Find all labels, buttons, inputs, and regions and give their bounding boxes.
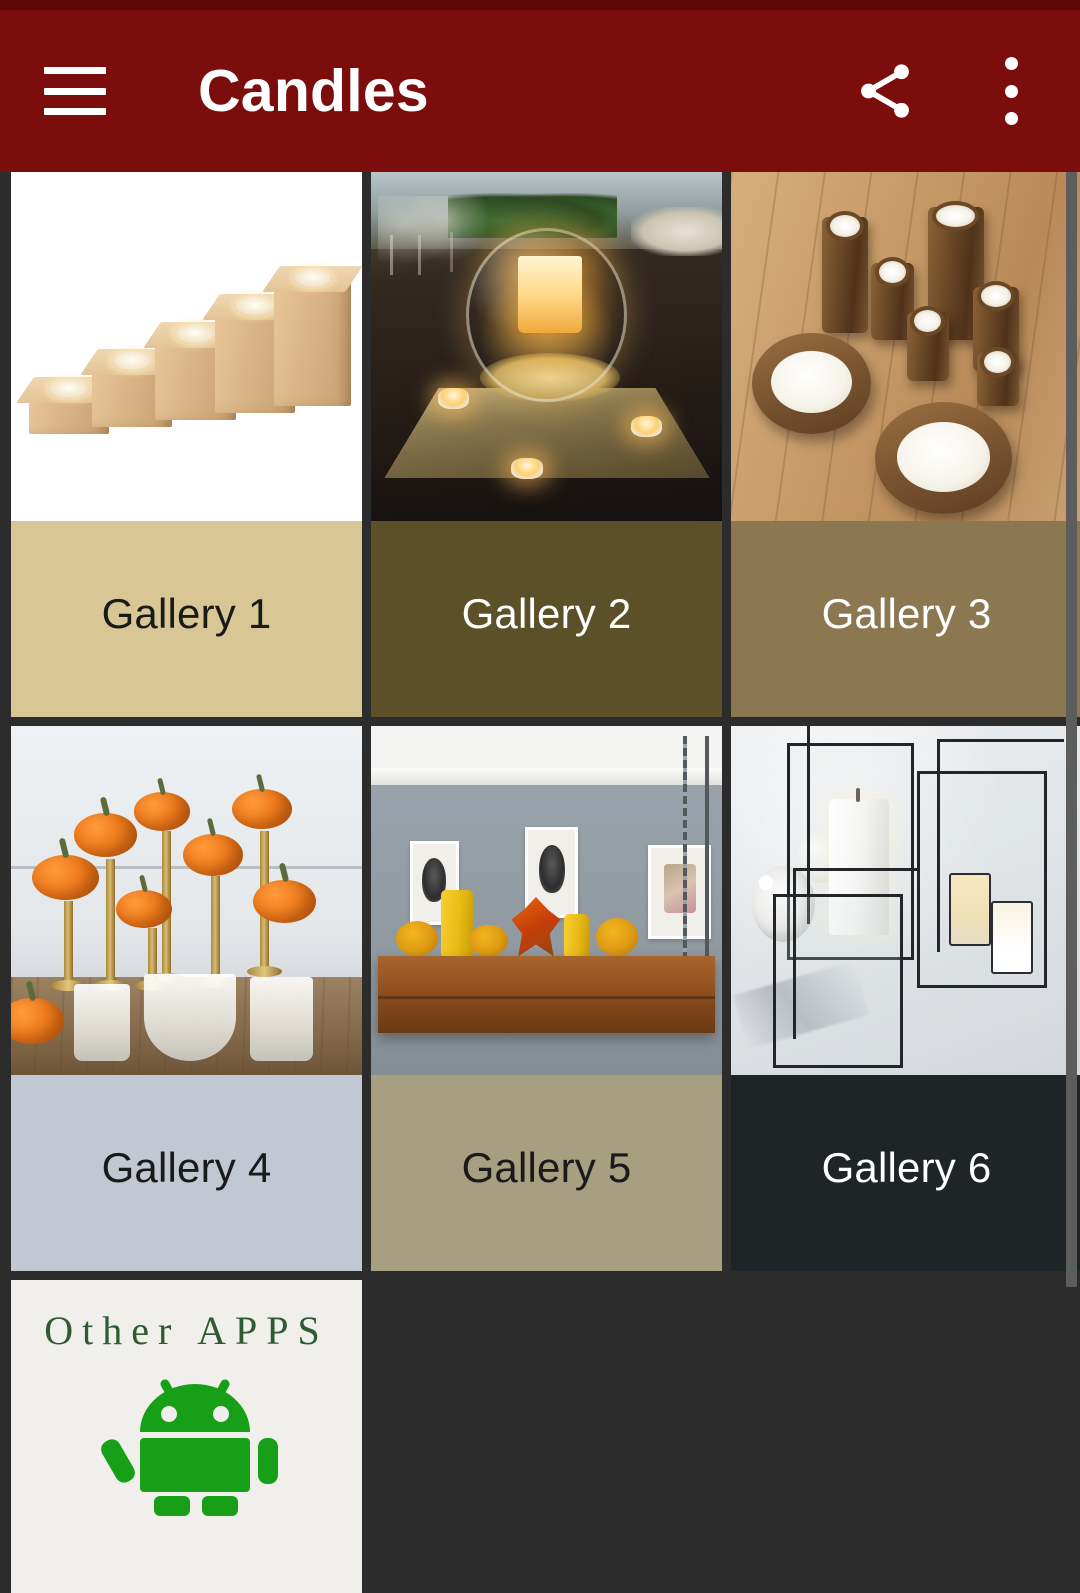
status-bar bbox=[0, 0, 1080, 10]
more-vert-icon bbox=[1004, 57, 1018, 125]
log-candle bbox=[822, 211, 868, 333]
scrollbar-thumb[interactable] bbox=[1066, 172, 1077, 1287]
mini-pumpkin bbox=[253, 879, 317, 924]
gallery-photo-4 bbox=[11, 726, 362, 1075]
other-apps-title: Other APPS bbox=[44, 1308, 329, 1353]
log-candle bbox=[906, 305, 949, 382]
gallery-photo-3 bbox=[731, 172, 1080, 521]
gallery-grid: Gallery 1 Gallery 2 Gallery 3 Gallery 4 … bbox=[0, 172, 1080, 1593]
mini-pumpkin bbox=[395, 921, 438, 957]
hamburger-menu-icon[interactable] bbox=[44, 67, 106, 115]
overflow-dot-2 bbox=[1004, 84, 1018, 98]
gallery-photo-1 bbox=[11, 172, 362, 521]
gallery-photo-5 bbox=[371, 726, 722, 1075]
pillar-candle bbox=[518, 255, 582, 333]
overflow-dot-1 bbox=[1004, 57, 1018, 70]
gallery-label-2: Gallery 2 bbox=[371, 521, 722, 717]
mini-pumpkin bbox=[595, 917, 638, 957]
hanging-chain bbox=[682, 736, 687, 967]
gallery-tile-1[interactable]: Gallery 1 bbox=[11, 172, 362, 717]
glass-box-lantern bbox=[773, 867, 921, 1069]
other-apps-tile[interactable]: Other APPS bbox=[11, 1280, 362, 1593]
glass-votive bbox=[74, 984, 131, 1062]
gallery-label-1: Gallery 1 bbox=[11, 521, 362, 717]
mini-pumpkin bbox=[32, 855, 99, 901]
wood-bowl-candle bbox=[752, 332, 872, 434]
overflow-dot-3 bbox=[1004, 112, 1018, 125]
page-title: Candles bbox=[198, 57, 429, 124]
framed-photo bbox=[648, 844, 712, 939]
yellow-pillar-candle bbox=[564, 914, 589, 957]
share-button[interactable] bbox=[850, 56, 920, 126]
tealight bbox=[437, 388, 470, 410]
gallery-tile-4[interactable]: Gallery 4 bbox=[11, 726, 362, 1271]
share-icon bbox=[861, 64, 909, 118]
mini-pumpkin bbox=[133, 792, 190, 831]
app-bar: Candles bbox=[0, 10, 1080, 172]
tealight-block bbox=[274, 267, 352, 406]
app-bar-actions bbox=[850, 56, 1046, 126]
app-screen: Candles Gallery 1 Gallery 2 Gallery 3 Ga… bbox=[0, 0, 1080, 1593]
vertical-scrollbar[interactable] bbox=[1063, 172, 1080, 1593]
glass-votive bbox=[144, 973, 236, 1062]
brass-candlestick bbox=[92, 858, 128, 991]
log-candle bbox=[976, 347, 1019, 406]
gallery-tile-3[interactable]: Gallery 3 bbox=[731, 172, 1080, 717]
gallery-photo-2 bbox=[371, 172, 722, 521]
place-setting bbox=[630, 206, 722, 256]
hamburger-bar-2 bbox=[44, 87, 106, 95]
brass-candlestick bbox=[50, 900, 86, 991]
mini-pumpkin bbox=[74, 813, 138, 857]
mini-pumpkin bbox=[232, 788, 292, 829]
hamburger-bar-1 bbox=[44, 67, 106, 74]
tealight bbox=[630, 416, 663, 438]
gallery-label-3: Gallery 3 bbox=[731, 521, 1080, 717]
patterned-votive bbox=[948, 872, 991, 946]
gallery-label-6: Gallery 6 bbox=[731, 1075, 1080, 1271]
wood-mantel-beam bbox=[378, 956, 715, 1034]
glass-votive bbox=[249, 977, 313, 1062]
gallery-label-5: Gallery 5 bbox=[371, 1075, 722, 1271]
gallery-tile-2[interactable]: Gallery 2 bbox=[371, 172, 722, 717]
tealight bbox=[511, 458, 543, 480]
gallery-photo-6 bbox=[731, 726, 1080, 1075]
mini-pumpkin bbox=[182, 834, 243, 877]
gallery-label-4: Gallery 4 bbox=[11, 1075, 362, 1271]
wood-bowl-candle bbox=[874, 402, 1012, 514]
overflow-menu-button[interactable] bbox=[976, 56, 1046, 126]
brass-candlestick bbox=[198, 876, 234, 988]
patterned-votive bbox=[990, 900, 1033, 974]
hamburger-bar-3 bbox=[44, 108, 106, 115]
gallery-tile-5[interactable]: Gallery 5 bbox=[371, 726, 722, 1271]
yellow-pillar-candle bbox=[441, 890, 473, 957]
android-robot-icon bbox=[100, 1379, 278, 1516]
crown-moulding bbox=[371, 767, 722, 786]
gourd bbox=[469, 924, 508, 957]
gallery-tile-6[interactable]: Gallery 6 bbox=[731, 726, 1080, 1271]
